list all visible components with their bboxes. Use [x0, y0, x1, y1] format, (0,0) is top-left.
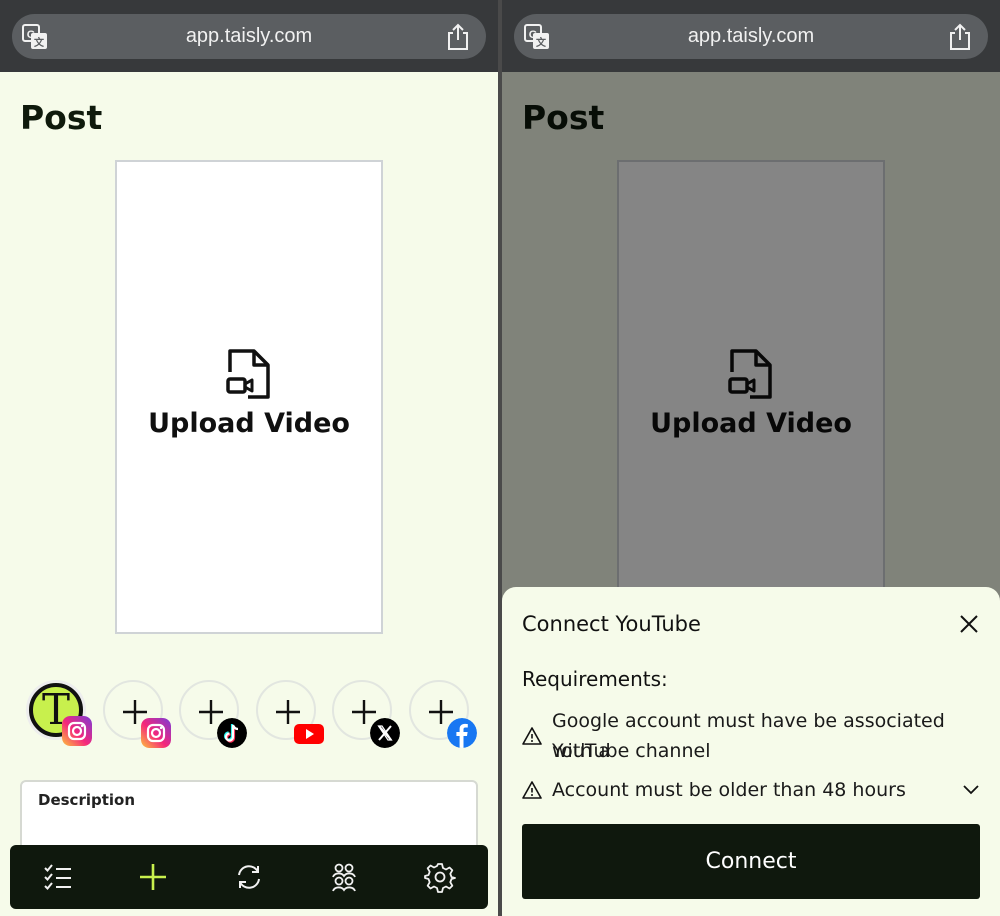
instagram-icon	[62, 716, 92, 746]
group-icon[interactable]	[328, 861, 360, 893]
requirements-heading: Requirements:	[522, 667, 668, 691]
tiktok-icon	[217, 718, 247, 748]
description-label: Description	[38, 791, 136, 809]
address-bar[interactable]: G 文 app.taisly.com	[514, 14, 988, 59]
plus-icon[interactable]	[137, 861, 169, 893]
sheet-title: Connect YouTube	[522, 612, 701, 636]
video-file-icon	[226, 349, 270, 399]
page-title: Post	[20, 98, 103, 137]
browser-bar: G 文 app.taisly.com	[0, 0, 498, 72]
instagram-icon	[141, 718, 171, 748]
add-tiktok-account-button[interactable]	[179, 680, 247, 748]
requirement-item[interactable]: Account must be older than 48 hours	[522, 775, 982, 805]
bottom-tab-bar	[10, 845, 488, 909]
warning-icon	[522, 727, 542, 745]
browser-bar: G 文 app.taisly.com	[502, 0, 1000, 72]
accounts-row: T	[26, 680, 486, 750]
youtube-icon	[294, 724, 324, 744]
requirement-text-line-2: YouTube channel	[552, 740, 711, 762]
upload-video-label: Upload Video	[148, 408, 350, 439]
gear-icon[interactable]	[424, 861, 456, 893]
add-facebook-account-button[interactable]	[409, 680, 477, 748]
add-youtube-account-button[interactable]	[256, 680, 324, 744]
x-icon	[370, 718, 400, 748]
facebook-icon	[447, 718, 477, 748]
share-icon[interactable]	[446, 23, 470, 51]
url-text[interactable]: app.taisly.com	[514, 25, 988, 48]
close-icon[interactable]	[958, 613, 980, 635]
account-avatar-instagram[interactable]: T	[26, 680, 92, 746]
chevron-down-icon[interactable]	[962, 784, 980, 796]
requirement-item: Google account must have be associated w…	[522, 706, 982, 768]
connect-button[interactable]: Connect	[522, 824, 980, 899]
add-instagram-account-button[interactable]	[103, 680, 171, 748]
upload-video-dropzone[interactable]: Upload Video	[115, 160, 383, 634]
checklist-icon[interactable]	[42, 861, 74, 893]
phone-screen-right: G 文 app.taisly.com Post Upload Video Con…	[502, 0, 1000, 916]
phone-screen-left: G 文 app.taisly.com Post Upload Video T	[0, 0, 498, 916]
warning-icon	[522, 781, 542, 799]
url-text[interactable]: app.taisly.com	[12, 25, 486, 48]
refresh-icon[interactable]	[233, 861, 265, 893]
add-x-account-button[interactable]	[332, 680, 400, 748]
connect-youtube-sheet: Connect YouTube Requirements: Google acc…	[502, 587, 1000, 916]
requirement-text: Account must be older than 48 hours	[552, 779, 906, 801]
address-bar[interactable]: G 文 app.taisly.com	[12, 14, 486, 59]
share-icon[interactable]	[948, 23, 972, 51]
